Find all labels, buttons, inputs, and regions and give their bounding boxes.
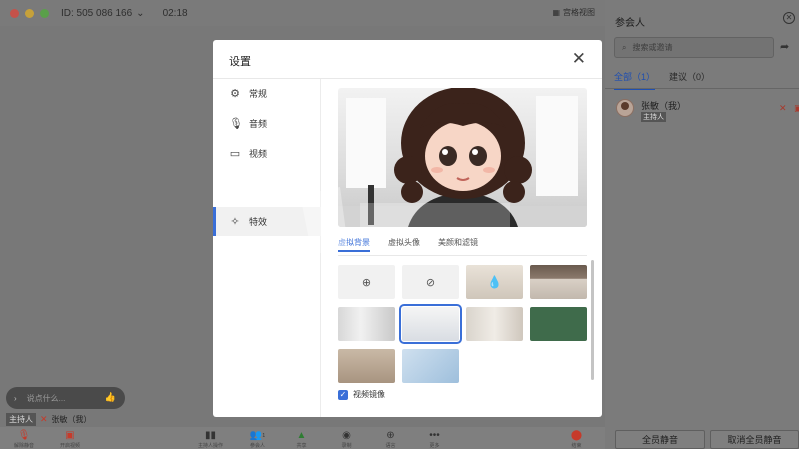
minimize-window-button[interactable] [25, 8, 34, 18]
mic-muted-icon: 🎙 [17, 430, 31, 441]
sparkle-icon: ✧ [230, 216, 240, 228]
host-badge: 主持人 [6, 413, 36, 426]
checkbox-checked-icon[interactable]: ✓ [338, 389, 348, 400]
no-background-button[interactable]: ⊘ [402, 265, 459, 299]
end-meeting-button[interactable]: ⬤ 结束 [570, 430, 583, 449]
participants-icon: 👥 1 [249, 430, 266, 441]
participants-count: 1 [262, 432, 266, 439]
background-thumbnail[interactable] [530, 307, 587, 341]
panel-title: 参会人 [615, 18, 645, 29]
mute-all-button[interactable]: 全员静音 [615, 430, 705, 449]
effects-tabs: 虚拟背景 虚拟头像 美颜和滤镜 [338, 237, 587, 252]
search-placeholder: 搜索或邀请 [632, 43, 673, 52]
blur-background-button[interactable]: 💧 [466, 265, 523, 299]
plus-circle-icon: ⊕ [361, 276, 372, 289]
participants-button[interactable]: 👥 1 参会人 [250, 430, 265, 449]
tab-suggestions[interactable]: 建议（0） [669, 70, 710, 90]
meeting-id-text: ID: 505 086 166 [61, 7, 133, 19]
grid-icon: ▦ [552, 8, 560, 17]
participant-row[interactable]: 张敏（我） 主持人 ✕ ▣ [614, 97, 799, 123]
microphone-icon: 🎙 [229, 118, 243, 130]
nav-label: 常规 [249, 89, 268, 99]
more-button[interactable]: ••• 更多 [428, 430, 441, 449]
background-thumbnail[interactable] [402, 349, 459, 383]
nav-general[interactable]: ⚙ 常规 [213, 79, 321, 108]
maximize-window-button[interactable] [40, 8, 49, 18]
nav-effects[interactable]: ✧ 特效 [213, 207, 321, 236]
host-actions-button[interactable]: ▮▮ 主持人操作 [198, 430, 223, 449]
chat-placeholder: 说点什么... [26, 393, 66, 403]
participants-panel: 参会人 ✕ ⌕ 搜索或邀请 ➦ 全部（1） 建议（0） 张敏（我） 主持人 ✕ … [605, 0, 799, 449]
host-icon: ▮▮ [204, 430, 216, 441]
grid-view-button[interactable]: ▦ 宫格视图 [552, 7, 595, 18]
avatar [616, 99, 634, 117]
avatar-figure [394, 88, 532, 227]
background-thumbnail[interactable] [338, 349, 395, 383]
video-icon: ▭ [229, 148, 241, 160]
divider [338, 255, 587, 256]
mirror-video-checkbox[interactable]: ✓ 视频镜像 [338, 389, 385, 400]
chevron-down-icon: ⌄ [136, 7, 145, 19]
tab-virtual-background[interactable]: 虚拟背景 [338, 237, 370, 252]
end-call-icon: ⬤ [570, 430, 583, 441]
start-video-button[interactable]: ▣ 开启视频 [60, 430, 80, 449]
gallery-scrollbar[interactable] [591, 260, 594, 380]
tab-virtual-avatar[interactable]: 虚拟头像 [388, 237, 420, 248]
host-badge: 主持人 [641, 112, 666, 122]
chat-input[interactable]: › 说点什么... 👍 [6, 387, 125, 409]
close-icon[interactable]: ✕ [783, 12, 795, 24]
prohibit-icon: ⊘ [425, 276, 436, 289]
chevron-right-icon[interactable]: › [14, 394, 17, 403]
add-background-button[interactable]: ⊕ [338, 265, 395, 299]
thumbs-up-icon[interactable]: 👍 [105, 392, 116, 403]
nav-video[interactable]: ▭ 视频 [213, 139, 321, 168]
background-thumbnail[interactable] [530, 265, 587, 299]
nav-label: 视频 [249, 149, 268, 159]
language-button[interactable]: ⊕ 语言 [384, 430, 397, 449]
share-button[interactable]: ▲ 共享 [295, 430, 308, 449]
more-icon: ••• [429, 430, 440, 441]
settings-dialog: 设置 ✕ ⚙ 常规 🎙 音频 ▭ 视频 ✧ 特效 虚拟背景 虚拟头像 美颜和滤镜… [213, 40, 602, 417]
mirror-label: 视频镜像 [353, 390, 385, 399]
grid-view-label: 宫格视图 [563, 8, 595, 17]
record-button[interactable]: ◉ 录制 [340, 430, 353, 449]
meeting-timer: 02:18 [162, 7, 188, 19]
invite-share-icon[interactable]: ➦ [780, 40, 789, 53]
nav-audio[interactable]: 🎙 音频 [213, 109, 321, 138]
self-name: 张敏（我） [51, 415, 92, 424]
share-screen-icon: ▲ [296, 430, 307, 441]
close-window-button[interactable] [10, 8, 19, 18]
gear-icon: ⚙ [230, 88, 240, 100]
background-thumbnail-selected[interactable] [399, 304, 462, 344]
blur-drop-icon: 💧 [487, 275, 502, 289]
close-icon[interactable]: ✕ [572, 50, 586, 67]
self-video-tag: 主持人 ✕ 张敏（我） [6, 413, 92, 426]
tab-beauty-filter[interactable]: 美颜和滤镜 [438, 237, 478, 248]
camera-off-icon[interactable]: ▣ [794, 103, 799, 114]
mic-muted-icon: ✕ [40, 414, 48, 424]
background-gallery: ⊕ ⊘ 💧 [338, 265, 590, 385]
dialog-title: 设置 [229, 56, 251, 68]
video-preview [338, 88, 587, 227]
settings-sidebar: ⚙ 常规 🎙 音频 ▭ 视频 ✧ 特效 [213, 79, 321, 417]
camera-off-icon: ▣ [65, 430, 75, 441]
background-thumbnail[interactable] [338, 307, 395, 341]
record-icon: ◉ [342, 430, 351, 441]
unmute-all-button[interactable]: 取消全员静音 [710, 430, 799, 449]
meeting-id-dropdown[interactable]: ID: 505 086 166 ⌄ [61, 8, 145, 19]
nav-label: 特效 [249, 217, 268, 227]
background-thumbnail[interactable] [466, 307, 523, 341]
tab-all[interactable]: 全部（1） [614, 70, 656, 90]
nav-label: 音频 [249, 119, 268, 129]
search-icon: ⌕ [622, 42, 627, 52]
participant-tabs: 全部（1） 建议（0） [614, 70, 710, 90]
divider [605, 88, 799, 89]
participant-name: 张敏（我） [641, 101, 687, 111]
globe-icon: ⊕ [386, 430, 395, 441]
mic-muted-icon[interactable]: ✕ [779, 103, 787, 114]
meeting-toolbar: 🎙 解除静音 ▣ 开启视频 ▮▮ 主持人操作 👥 1 参会人 ▲ 共享 ◉ 录制 … [0, 427, 605, 449]
title-bar: ID: 505 086 166 ⌄ 02:18 ▦ 宫格视图 [0, 0, 605, 26]
participant-search-input[interactable]: ⌕ 搜索或邀请 [614, 37, 774, 58]
unmute-button[interactable]: 🎙 解除静音 [14, 430, 34, 449]
